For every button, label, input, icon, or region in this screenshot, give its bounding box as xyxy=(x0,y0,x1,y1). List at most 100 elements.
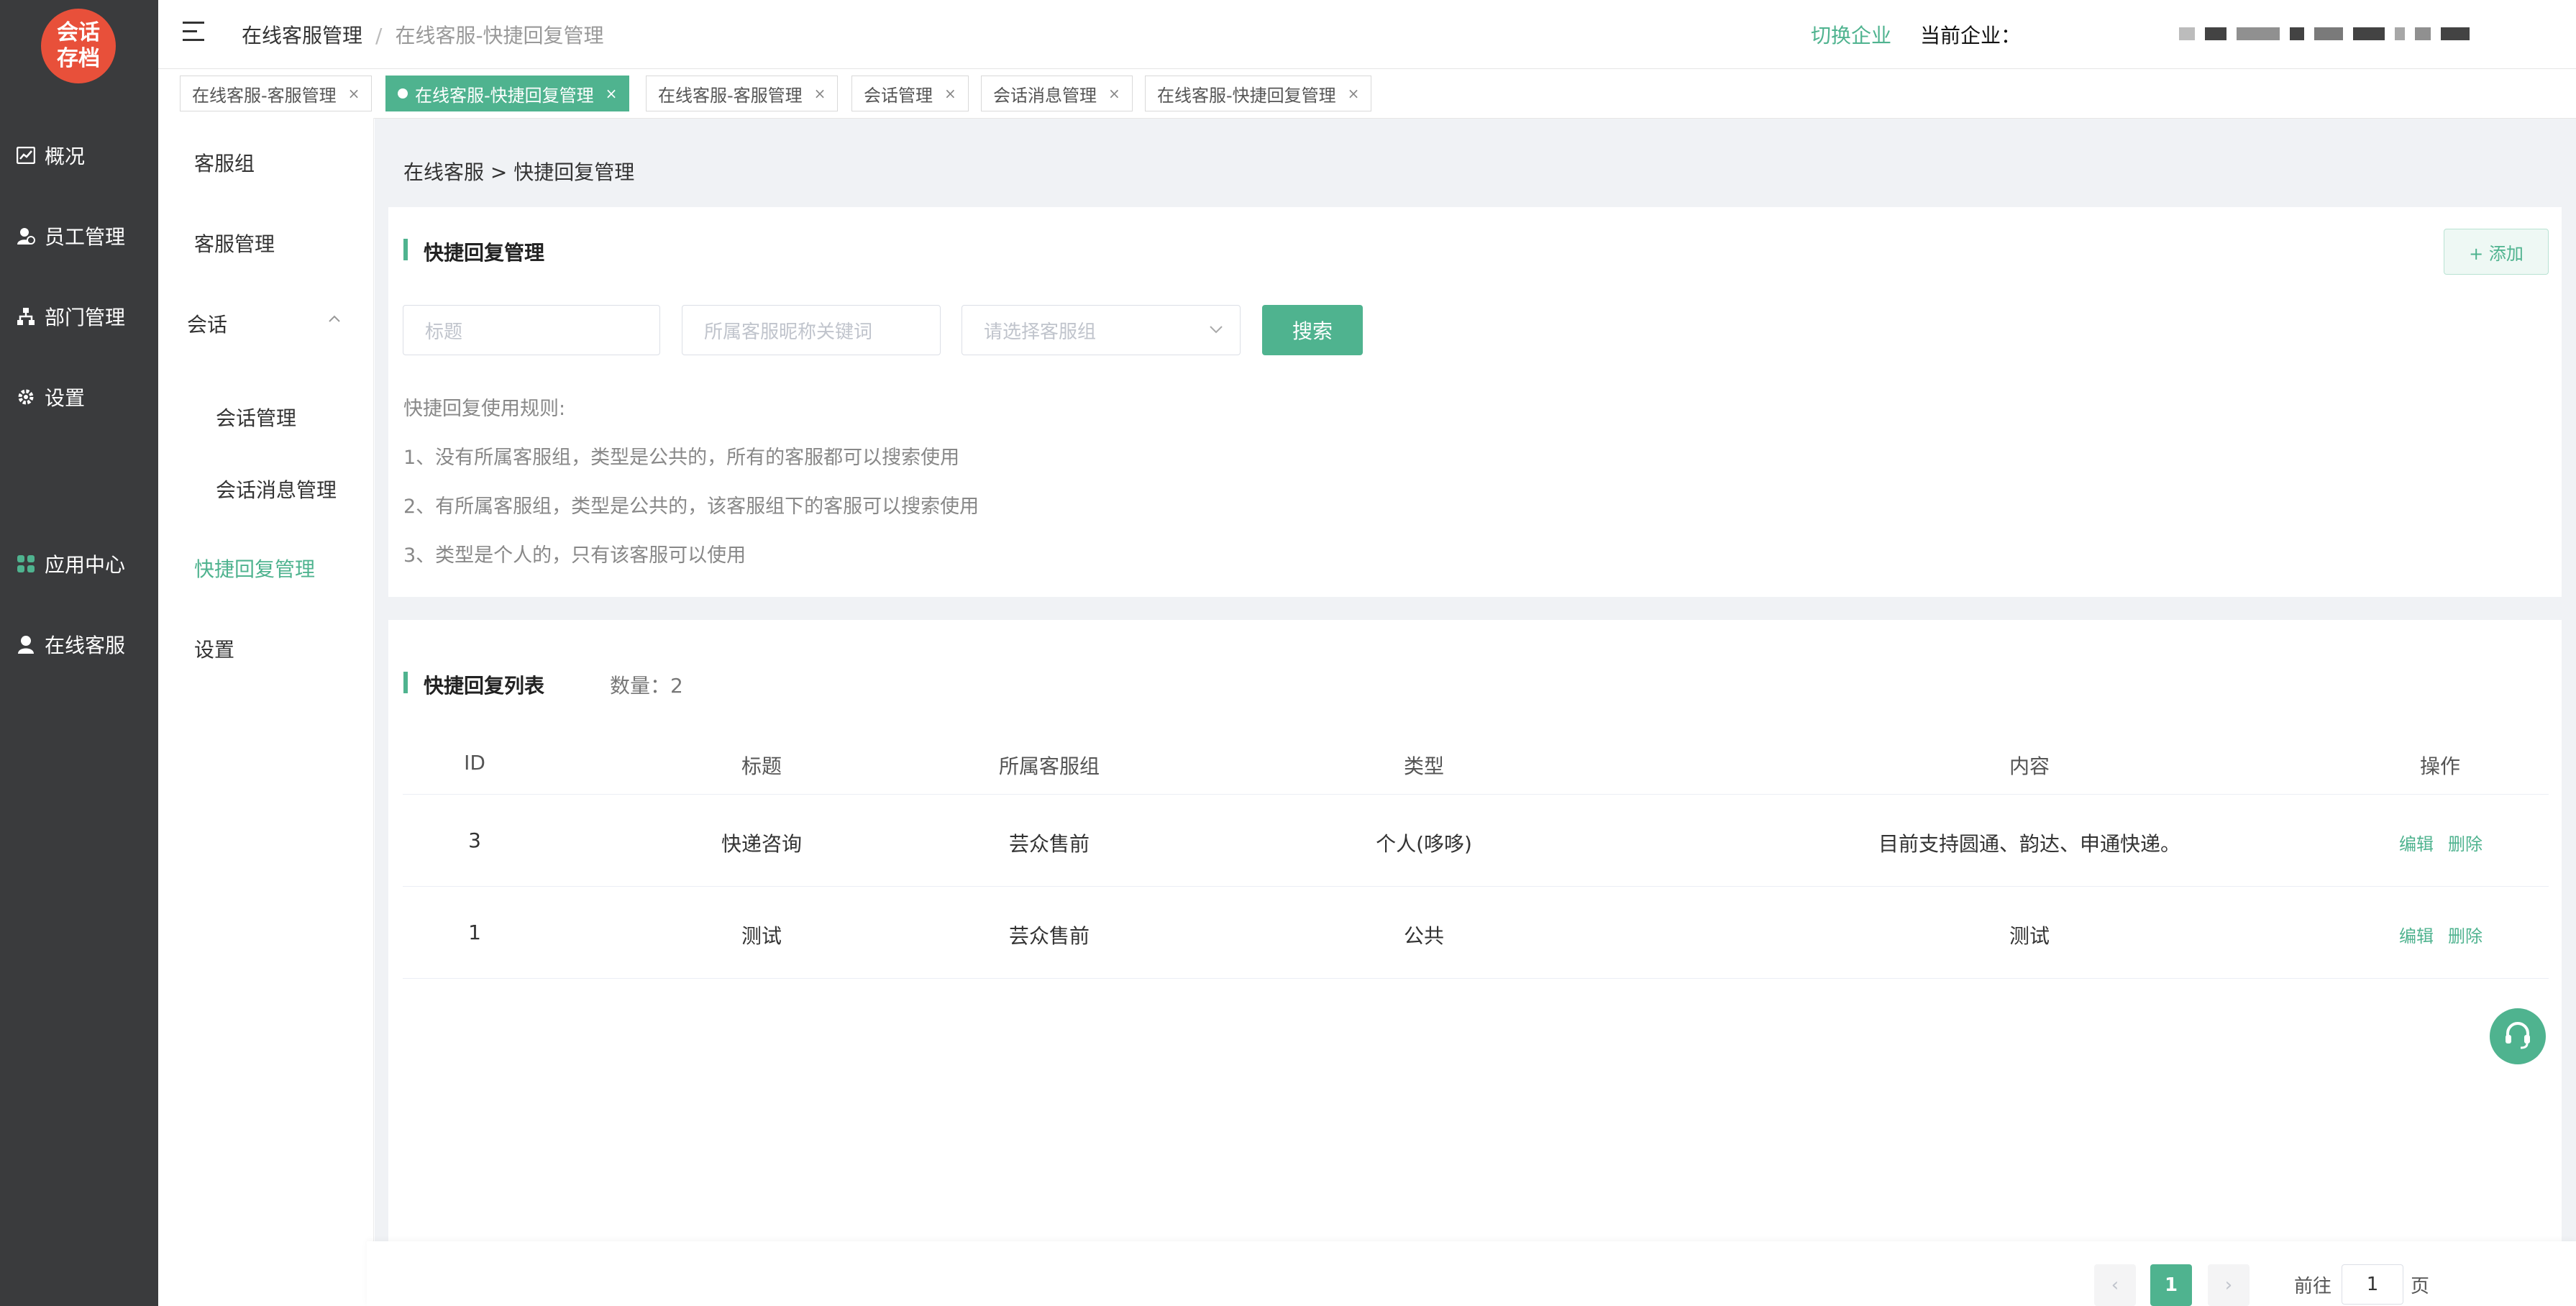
tab-label: 会话消息管理 xyxy=(993,85,1097,106)
tab-kefu-manage[interactable]: 在线客服-客服管理 × xyxy=(180,76,373,111)
nav-item-staff[interactable]: 员工管理 xyxy=(0,214,158,257)
goto-label: 前往 xyxy=(2294,1276,2332,1297)
cell-type: 公共 xyxy=(1403,924,1445,948)
logo[interactable]: 会话 存档 xyxy=(41,9,116,83)
cell-title: 快递咨询 xyxy=(721,832,803,856)
nav-item-label: 部门管理 xyxy=(45,306,126,329)
close-icon[interactable]: × xyxy=(1108,85,1120,102)
logo-line2: 存档 xyxy=(57,46,100,71)
column-header-content: 内容 xyxy=(2009,754,2050,778)
sub-item-quick-reply[interactable]: 快捷回复管理 xyxy=(194,554,315,583)
filter-card-title: 快捷回复管理 xyxy=(403,237,544,266)
table-divider xyxy=(403,978,2549,979)
chevron-up-icon[interactable] xyxy=(328,312,341,326)
rule-3: 3、类型是个人的，只有该客服可以使用 xyxy=(403,544,746,567)
logo-line1: 会话 xyxy=(57,20,100,45)
gear-icon xyxy=(16,387,36,407)
nickname-keyword-input[interactable]: 所属客服昵称关键词 xyxy=(682,305,941,355)
close-icon[interactable]: × xyxy=(814,85,826,102)
column-header-type: 类型 xyxy=(1403,754,1445,778)
page-breadcrumb: 在线客服 > 快捷回复管理 xyxy=(403,160,635,184)
group-select[interactable]: 请选择客服组 xyxy=(962,305,1241,355)
cell-content: 测试 xyxy=(2009,924,2050,948)
cell-type: 个人(哆哆) xyxy=(1376,832,1472,856)
close-icon[interactable]: × xyxy=(944,85,956,102)
sub-item-session-msg-manage[interactable]: 会话消息管理 xyxy=(216,475,337,503)
nav-item-settings[interactable]: 设置 xyxy=(0,375,158,419)
tab-label: 在线客服-客服管理 xyxy=(658,85,803,106)
table-divider xyxy=(403,794,2549,795)
tabs-bar: 在线客服-客服管理 × 在线客服-快捷回复管理 × 在线客服-客服管理 × 会话管理 ×… xyxy=(158,70,2576,119)
cell-content: 目前支持圆通、韵达、申通快递。 xyxy=(1878,832,2181,856)
tab-session-msg-manage[interactable]: 会话消息管理 × xyxy=(981,76,1133,111)
tab-label: 在线客服-快捷回复管理 xyxy=(1157,85,1336,106)
customer-service-float-button[interactable] xyxy=(2490,1008,2546,1064)
redacted-company-name xyxy=(2179,26,2553,42)
delete-link[interactable]: 删除 xyxy=(2448,922,2483,947)
cell-id: 1 xyxy=(468,921,481,944)
title-input[interactable]: 标题 xyxy=(403,305,660,355)
sub-item-settings[interactable]: 设置 xyxy=(194,634,234,663)
add-button[interactable]: + 添加 xyxy=(2444,229,2549,275)
nav-item-department[interactable]: 部门管理 xyxy=(0,295,158,338)
nav-item-online-service[interactable]: 在线客服 xyxy=(0,623,158,666)
delete-link[interactable]: 删除 xyxy=(2448,830,2483,855)
breadcrumb-separator: / xyxy=(375,24,383,47)
sub-item-kefu-manage[interactable]: 客服管理 xyxy=(194,229,275,257)
close-icon[interactable]: × xyxy=(348,85,360,102)
tab-kefu-manage-2[interactable]: 在线客服-客服管理 × xyxy=(646,76,839,111)
column-header-title: 标题 xyxy=(741,754,782,778)
active-dot-icon xyxy=(398,88,408,99)
headset-icon xyxy=(2502,1019,2534,1054)
table-divider xyxy=(403,886,2549,887)
nav-item-overview[interactable]: 概况 xyxy=(0,134,158,177)
filter-card xyxy=(388,207,2562,597)
list-card-title: 快捷回复列表 xyxy=(403,670,544,699)
close-icon[interactable]: × xyxy=(1348,85,1360,102)
edit-link[interactable]: 编辑 xyxy=(2399,830,2434,855)
breadcrumb-current: 在线客服-快捷回复管理 xyxy=(395,24,604,47)
main-sidebar: 会话 存档 概况 员工管理 部门管理 设置 应用中心 在线客服 xyxy=(0,0,158,1306)
search-button[interactable]: 搜索 xyxy=(1262,305,1363,355)
rule-2: 2、有所属客服组，类型是公共的，该客服组下的客服可以搜索使用 xyxy=(403,496,979,518)
sub-sidebar xyxy=(158,118,374,1306)
sub-item-session[interactable]: 会话 xyxy=(187,309,227,338)
nav-item-label: 设置 xyxy=(45,386,86,410)
sub-item-session-manage[interactable]: 会话管理 xyxy=(216,403,296,431)
count-value: 2 xyxy=(670,674,683,698)
cell-title: 测试 xyxy=(741,924,782,948)
nav-item-label: 员工管理 xyxy=(45,225,126,249)
rule-1: 1、没有所属客服组，类型是公共的，所有的客服都可以搜索使用 xyxy=(403,447,960,469)
next-page-button[interactable]: › xyxy=(2208,1264,2250,1306)
nav-item-label: 概况 xyxy=(45,145,86,168)
close-icon[interactable]: × xyxy=(606,85,618,102)
goto-page-input[interactable]: 1 xyxy=(2342,1264,2403,1305)
column-header-group: 所属客服组 xyxy=(998,754,1100,778)
nav-item-label: 应用中心 xyxy=(45,553,126,577)
tab-quick-reply-active[interactable]: 在线客服-快捷回复管理 × xyxy=(385,76,630,111)
tab-quick-reply-2[interactable]: 在线客服-快捷回复管理 × xyxy=(1145,76,1372,111)
user-icon xyxy=(16,226,36,246)
rules-title: 快捷回复使用规则: xyxy=(403,398,566,420)
tab-label: 在线客服-快捷回复管理 xyxy=(415,85,594,106)
page-number-button[interactable]: 1 xyxy=(2150,1264,2192,1306)
page-unit-label: 页 xyxy=(2411,1276,2430,1297)
top-header: 在线客服管理 / 在线客服-快捷回复管理 切换企业 当前企业： xyxy=(158,0,2576,69)
current-company-label: 当前企业： xyxy=(1920,24,2022,47)
org-icon xyxy=(16,306,36,326)
breadcrumb: 在线客服管理 / 在线客服-快捷回复管理 xyxy=(242,20,604,49)
switch-company-link[interactable]: 切换企业 xyxy=(1811,20,1891,49)
edit-link[interactable]: 编辑 xyxy=(2399,922,2434,947)
list-card xyxy=(388,620,2562,1306)
sub-item-kefu-group[interactable]: 客服组 xyxy=(194,148,255,177)
breadcrumb-root[interactable]: 在线客服管理 xyxy=(242,24,362,47)
menu-toggle-icon[interactable] xyxy=(183,22,207,42)
cell-group: 芸众售前 xyxy=(1008,924,1090,948)
nav-item-app-center[interactable]: 应用中心 xyxy=(0,542,158,585)
count-label: 数量： xyxy=(610,674,671,698)
tab-session-manage[interactable]: 会话管理 × xyxy=(851,76,969,111)
prev-page-button[interactable]: ‹ xyxy=(2094,1264,2136,1306)
group-select-placeholder: 请选择客服组 xyxy=(984,321,1097,343)
nav-item-label: 在线客服 xyxy=(45,634,126,657)
tab-label: 在线客服-客服管理 xyxy=(192,85,337,106)
